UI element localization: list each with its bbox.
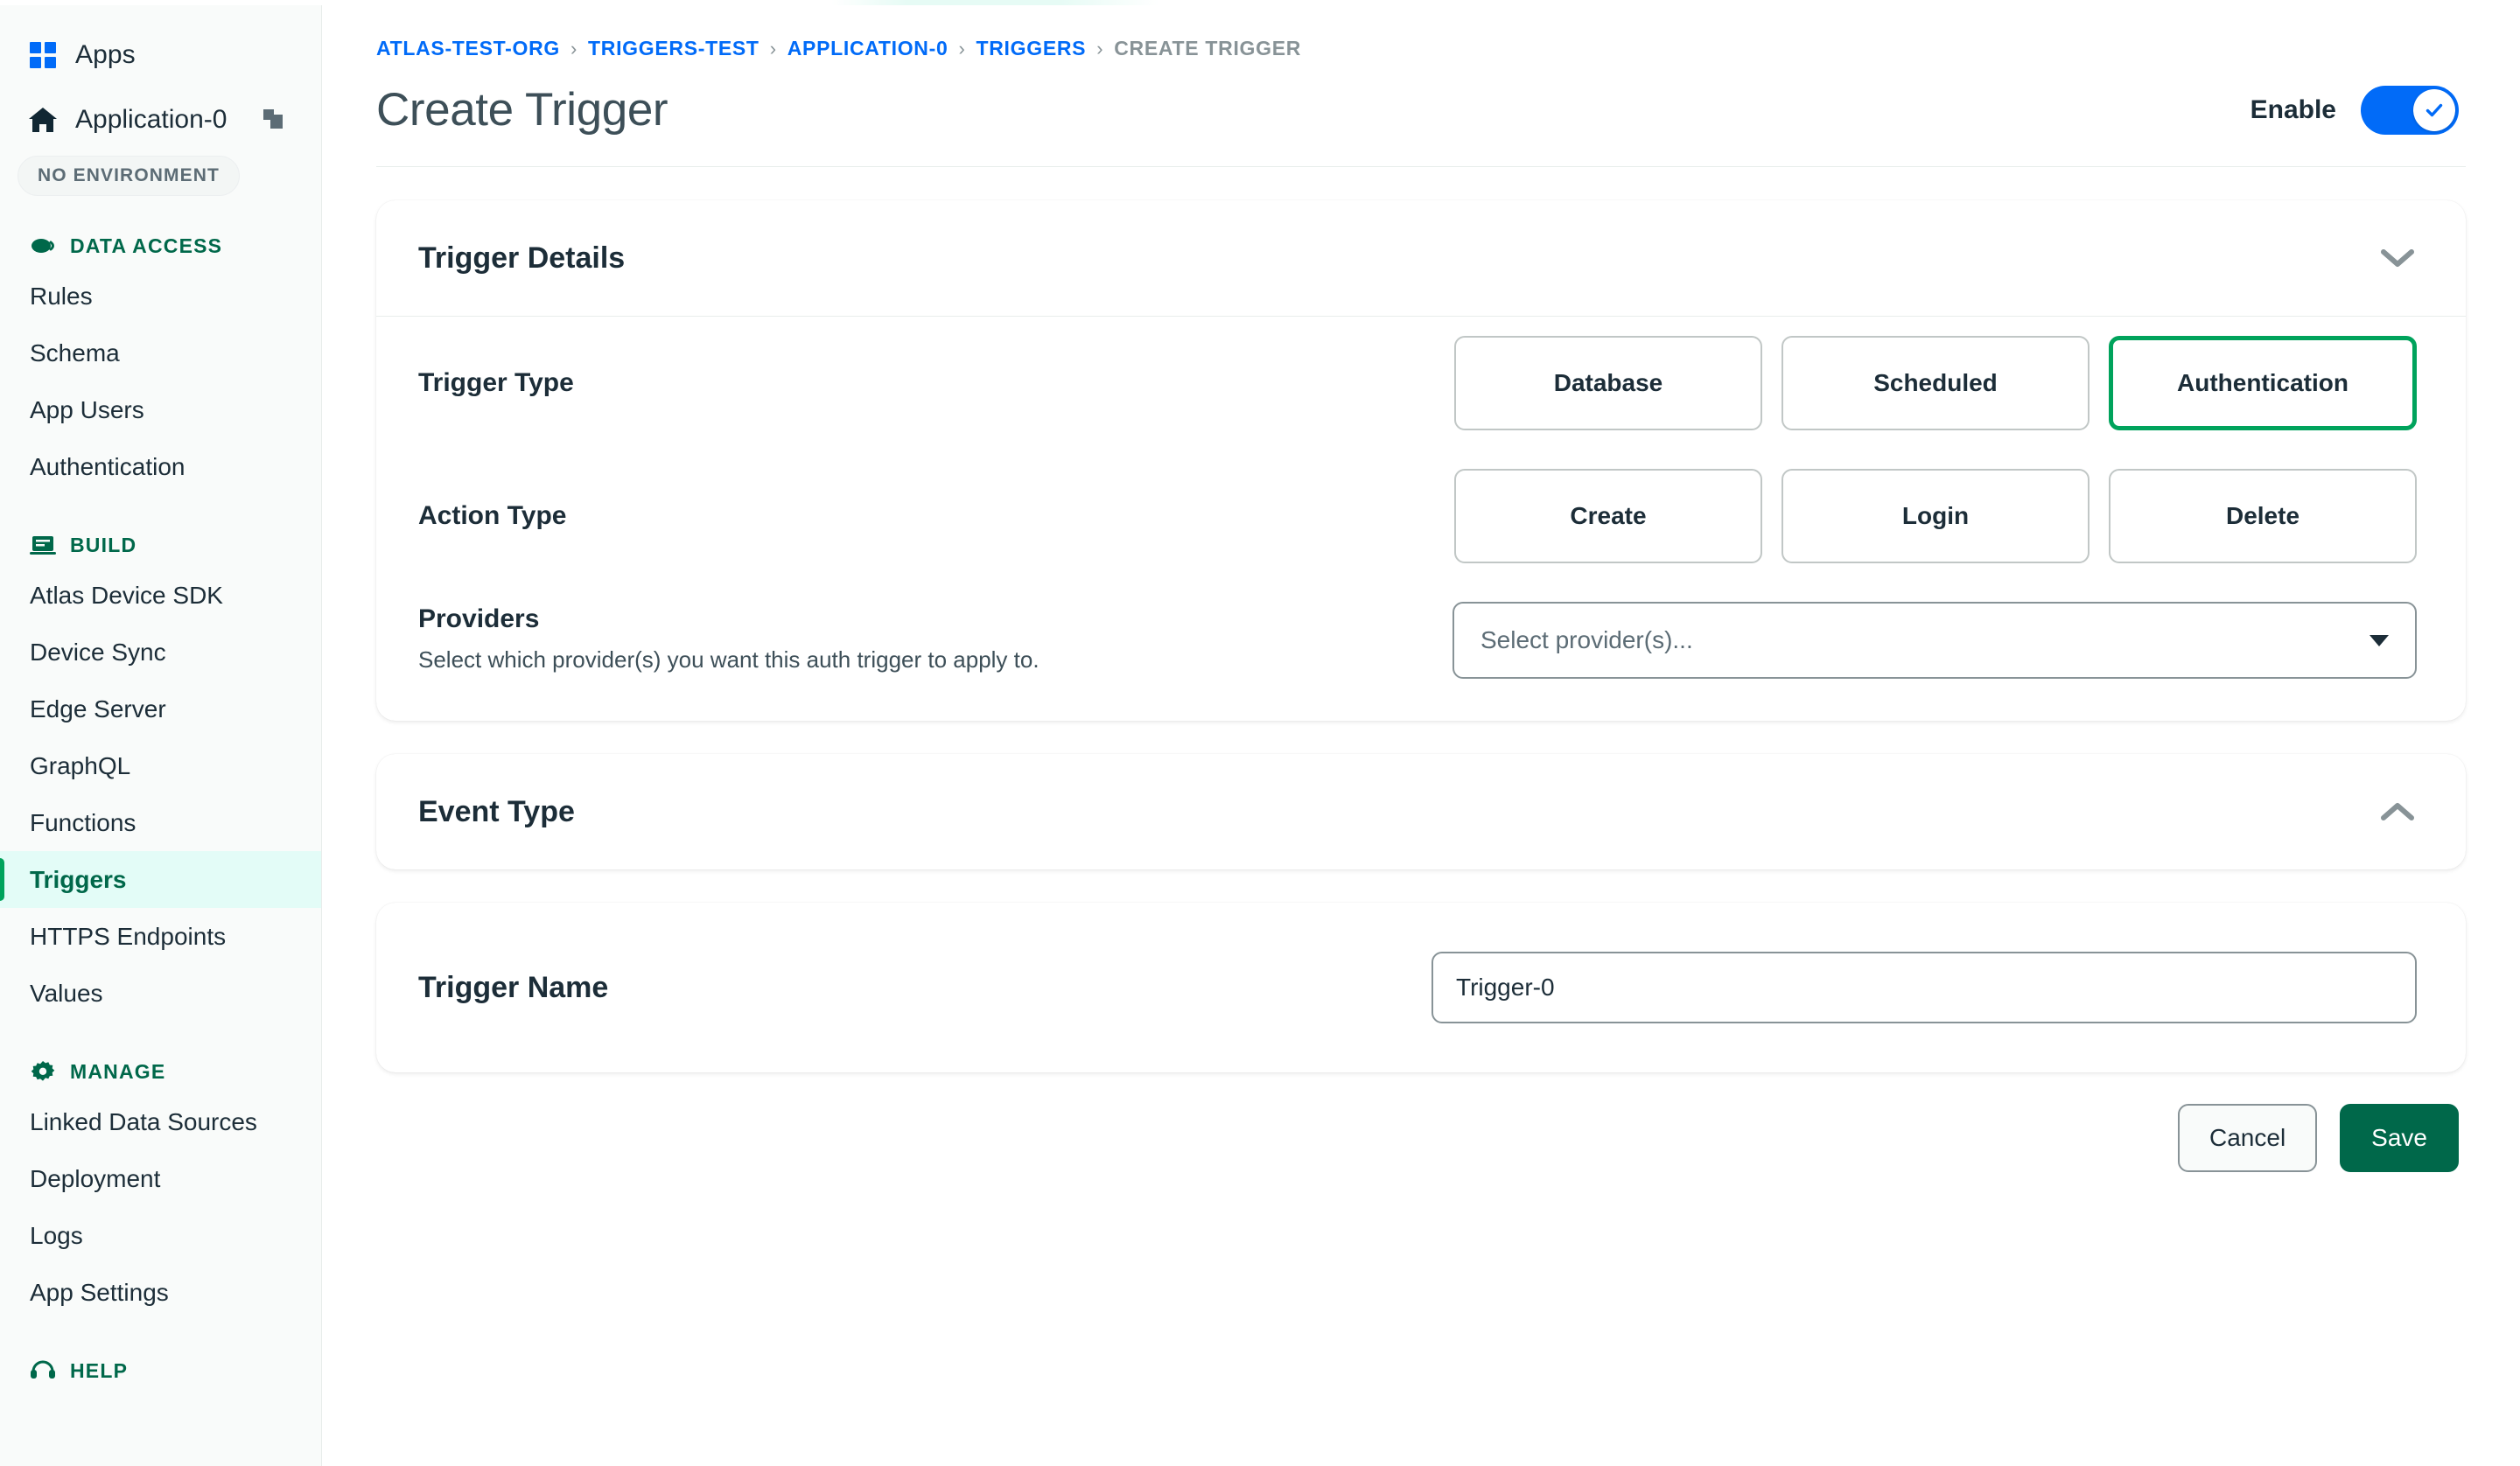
- chevron-down-icon[interactable]: [2378, 239, 2417, 277]
- providers-select[interactable]: Select provider(s)...: [1452, 602, 2417, 679]
- sidebar-item-rules[interactable]: Rules: [0, 268, 321, 325]
- sidebar-item-linked-data-sources[interactable]: Linked Data Sources: [0, 1093, 321, 1150]
- sidebar-item-https-endpoints[interactable]: HTTPS Endpoints: [0, 908, 321, 965]
- sidebar-item-app-users[interactable]: App Users: [0, 381, 321, 438]
- apps-grid-icon: [30, 42, 56, 68]
- providers-select-placeholder: Select provider(s)...: [1480, 626, 1693, 653]
- check-icon: [2426, 103, 2443, 116]
- breadcrumb-separator: ›: [769, 37, 777, 59]
- home-icon: [28, 106, 58, 134]
- trigger-details-header: Trigger Details: [376, 200, 2466, 317]
- providers-label: Providers: [418, 604, 540, 634]
- app-root: Apps Application-0 NO ENVIRONMENT DATA A…: [0, 0, 2520, 1466]
- trigger-name-label: Trigger Name: [418, 970, 609, 1004]
- providers-label-col: Providers Select which provider(s) you w…: [418, 604, 1040, 675]
- sidebar-item-values[interactable]: Values: [0, 965, 321, 1022]
- trigger-type-row: Trigger Type Database Scheduled Authenti…: [418, 317, 2417, 450]
- sidebar-apps-label: Apps: [75, 40, 136, 69]
- sidebar-item-app-settings[interactable]: App Settings: [0, 1264, 321, 1321]
- sidebar: Apps Application-0 NO ENVIRONMENT DATA A…: [0, 0, 322, 1466]
- sidebar-item-deployment[interactable]: Deployment: [0, 1150, 321, 1207]
- breadcrumb-separator: ›: [1096, 37, 1104, 59]
- sidebar-section-label: MANAGE: [70, 1059, 166, 1083]
- sidebar-apps-link[interactable]: Apps: [0, 24, 321, 86]
- sidebar-item-device-sync[interactable]: Device Sync: [0, 624, 321, 681]
- toggle-knob: [2413, 88, 2455, 131]
- cloud-icon: [30, 233, 56, 259]
- action-type-label-col: Action Type: [418, 501, 566, 531]
- enable-toggle[interactable]: [2361, 85, 2459, 135]
- sidebar-section-data-access: DATA ACCESS: [0, 196, 321, 268]
- copy-icon[interactable]: [260, 105, 290, 135]
- breadcrumb-separator: ›: [570, 37, 578, 59]
- sidebar-section-label: BUILD: [70, 533, 137, 556]
- environment-badge: NO ENVIRONMENT: [18, 156, 240, 196]
- sidebar-item-graphql[interactable]: GraphQL: [0, 737, 321, 794]
- trigger-details-card: Trigger Details Trigger Type Database Sc…: [376, 200, 2466, 721]
- sidebar-section-help[interactable]: HELP: [0, 1321, 321, 1393]
- sidebar-item-atlas-device-sdk[interactable]: Atlas Device SDK: [0, 567, 321, 624]
- sidebar-item-logs[interactable]: Logs: [0, 1207, 321, 1264]
- laptop-icon: [30, 532, 56, 558]
- action-type-row: Action Type Create Login Delete: [418, 450, 2417, 583]
- enable-toggle-group: Enable: [2250, 85, 2466, 135]
- support-icon: [30, 1358, 56, 1384]
- trigger-type-label-col: Trigger Type: [418, 368, 574, 398]
- trigger-details-title: Trigger Details: [418, 241, 626, 275]
- enable-label: Enable: [2250, 94, 2336, 124]
- trigger-type-option-database[interactable]: Database: [1454, 336, 1762, 430]
- sidebar-section-build: BUILD: [0, 495, 321, 567]
- chevron-up-icon[interactable]: [2378, 792, 2417, 831]
- cancel-button[interactable]: Cancel: [2178, 1104, 2318, 1172]
- breadcrumb-item-org[interactable]: ATLAS-TEST-ORG: [376, 37, 560, 60]
- action-type-option-create[interactable]: Create: [1454, 469, 1762, 563]
- trigger-name-input[interactable]: [1432, 952, 2417, 1023]
- sidebar-section-manage: MANAGE: [0, 1022, 321, 1093]
- sidebar-item-schema[interactable]: Schema: [0, 325, 321, 381]
- providers-description: Select which provider(s) you want this a…: [418, 646, 1040, 674]
- action-type-option-delete[interactable]: Delete: [2109, 469, 2417, 563]
- sidebar-app-row[interactable]: Application-0: [0, 86, 321, 142]
- action-type-label: Action Type: [418, 501, 567, 530]
- event-type-card: Event Type: [376, 754, 2466, 869]
- sidebar-item-authentication[interactable]: Authentication: [0, 438, 321, 495]
- page-header: Create Trigger Enable: [376, 60, 2466, 167]
- trigger-type-options: Database Scheduled Authentication: [1454, 336, 2417, 430]
- breadcrumb-item-current: CREATE TRIGGER: [1114, 37, 1302, 59]
- trigger-name-row: Trigger Name: [376, 903, 2466, 1072]
- breadcrumb: ATLAS-TEST-ORG › TRIGGERS-TEST › APPLICA…: [376, 0, 2466, 60]
- event-type-header: Event Type: [376, 754, 2466, 869]
- action-type-option-login[interactable]: Login: [1782, 469, 2090, 563]
- trigger-details-body: Trigger Type Database Scheduled Authenti…: [376, 317, 2466, 721]
- trigger-type-option-authentication[interactable]: Authentication: [2109, 336, 2417, 430]
- trigger-type-option-scheduled[interactable]: Scheduled: [1782, 336, 2090, 430]
- action-type-options: Create Login Delete: [1454, 469, 2417, 563]
- sidebar-app-name: Application-0: [75, 105, 228, 134]
- sidebar-section-label: DATA ACCESS: [70, 234, 223, 257]
- breadcrumb-separator: ›: [958, 37, 966, 59]
- gear-icon: [30, 1058, 56, 1085]
- breadcrumb-item-triggers[interactable]: TRIGGERS: [976, 37, 1086, 60]
- trigger-type-label: Trigger Type: [418, 368, 574, 397]
- trigger-name-card: Trigger Name: [376, 903, 2466, 1072]
- page-title: Create Trigger: [376, 84, 668, 136]
- top-decorative-strip: [0, 0, 2520, 5]
- footer-actions: Cancel Save: [376, 1072, 2466, 1198]
- breadcrumb-item-application[interactable]: APPLICATION-0: [788, 37, 948, 60]
- providers-row: Providers Select which provider(s) you w…: [418, 583, 2417, 721]
- sidebar-item-triggers[interactable]: Triggers: [0, 851, 321, 908]
- caret-down-icon: [2370, 634, 2389, 646]
- main-content: ATLAS-TEST-ORG › TRIGGERS-TEST › APPLICA…: [322, 0, 2520, 1466]
- sidebar-item-functions[interactable]: Functions: [0, 794, 321, 851]
- event-type-title: Event Type: [418, 794, 575, 828]
- breadcrumb-item-project[interactable]: TRIGGERS-TEST: [588, 37, 760, 60]
- sidebar-section-label: HELP: [70, 1358, 129, 1382]
- sidebar-item-edge-server[interactable]: Edge Server: [0, 681, 321, 737]
- save-button[interactable]: Save: [2340, 1104, 2459, 1172]
